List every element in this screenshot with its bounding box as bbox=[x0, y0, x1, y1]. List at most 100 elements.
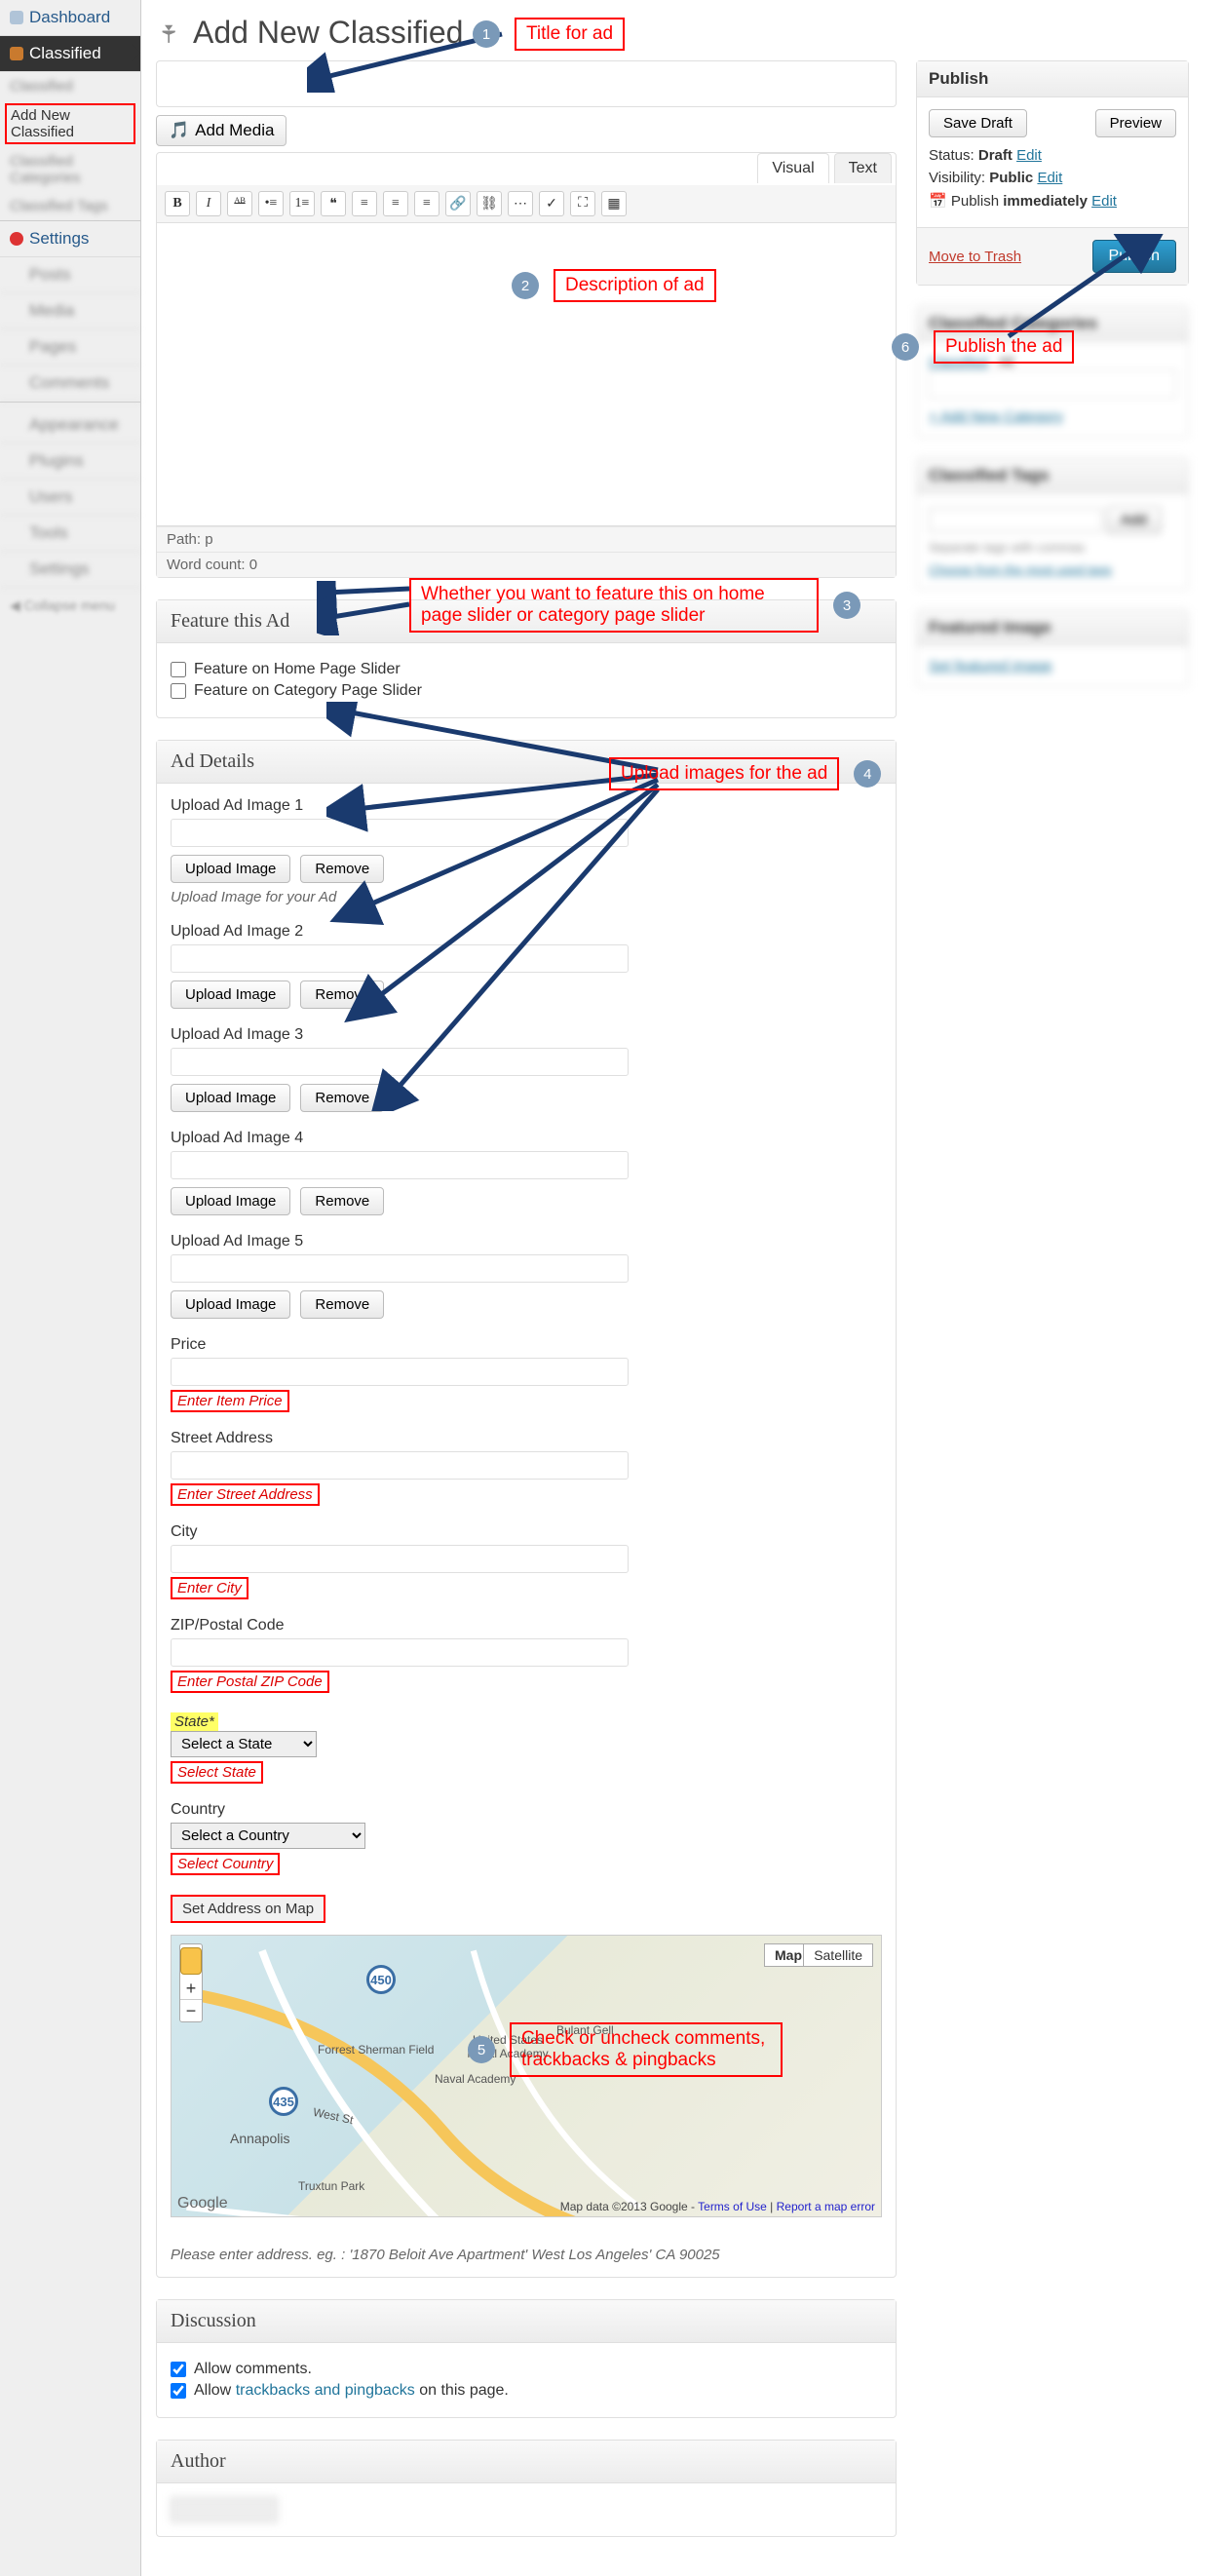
author-select[interactable] bbox=[171, 2497, 278, 2522]
feature-category-checkbox[interactable] bbox=[171, 683, 186, 699]
price-input[interactable] bbox=[171, 1358, 629, 1386]
move-to-trash-link[interactable]: Move to Trash bbox=[929, 249, 1021, 265]
country-select[interactable]: Select a Country bbox=[171, 1823, 365, 1849]
sidebar-sub-add-new[interactable]: Add New Classified bbox=[5, 103, 135, 144]
set-featured-image-link[interactable]: Set featured image bbox=[929, 658, 1052, 674]
feature-category-row[interactable]: Feature on Category Page Slider bbox=[171, 682, 882, 700]
align-right-button[interactable]: ≡ bbox=[414, 191, 440, 216]
zoom-out-button[interactable]: − bbox=[180, 1999, 202, 2021]
unlink-button[interactable]: ⛓ bbox=[477, 191, 502, 216]
upload3-input[interactable] bbox=[171, 1048, 629, 1076]
allow-comments-row[interactable]: Allow comments. bbox=[171, 2361, 882, 2378]
remove2-button[interactable]: Remove bbox=[300, 980, 384, 1009]
featured-image-box: Featured Image Set featured image bbox=[916, 609, 1189, 687]
map-type-satellite[interactable]: Satellite bbox=[803, 1943, 873, 1967]
allow-comments-checkbox[interactable] bbox=[171, 2362, 186, 2377]
set-address-button[interactable]: Set Address on Map bbox=[171, 1895, 325, 1923]
sidebar-item-appearance[interactable]: Appearance bbox=[0, 407, 140, 443]
save-draft-button[interactable]: Save Draft bbox=[929, 109, 1027, 137]
ul-button[interactable]: •≡ bbox=[258, 191, 284, 216]
categories-title: Classified Categories bbox=[917, 306, 1188, 342]
editor-body[interactable] bbox=[157, 223, 896, 525]
sidebar-sub-categories[interactable]: Classified Categories bbox=[0, 147, 140, 192]
zip-input[interactable] bbox=[171, 1638, 629, 1667]
remove1-button[interactable]: Remove bbox=[300, 855, 384, 883]
align-left-button[interactable]: ≡ bbox=[352, 191, 377, 216]
align-center-button[interactable]: ≡ bbox=[383, 191, 408, 216]
google-logo: Google bbox=[177, 2195, 228, 2212]
add-media-button[interactable]: 🎵Add Media bbox=[156, 115, 287, 146]
status-edit-link[interactable]: Edit bbox=[1016, 147, 1042, 164]
more-button[interactable]: ⋯ bbox=[508, 191, 533, 216]
sidebar-item-plugins[interactable]: Plugins bbox=[0, 443, 140, 480]
link-button[interactable]: 🔗 bbox=[445, 191, 471, 216]
preview-button[interactable]: Preview bbox=[1095, 109, 1176, 137]
title-input[interactable] bbox=[156, 60, 897, 107]
sidebar-item-classified[interactable]: Classified bbox=[0, 36, 140, 72]
ol-button[interactable]: 1≡ bbox=[289, 191, 315, 216]
zoom-in-button[interactable]: + bbox=[180, 1978, 202, 1999]
map-report-link[interactable]: Report a map error bbox=[777, 2200, 875, 2213]
add-category-link[interactable]: + Add New Category bbox=[929, 408, 1176, 425]
upload2-button[interactable]: Upload Image bbox=[171, 980, 290, 1009]
collapse-menu[interactable]: ◀ Collapse menu bbox=[0, 588, 140, 624]
sidebar-item-dashboard[interactable]: Dashboard bbox=[0, 0, 140, 36]
sidebar-sub-classified[interactable]: Classified bbox=[0, 72, 140, 100]
upload5-button[interactable]: Upload Image bbox=[171, 1290, 290, 1319]
map-label-bulant: Bulant Gell bbox=[556, 2023, 614, 2037]
upload1-button[interactable]: Upload Image bbox=[171, 855, 290, 883]
discussion-title: Discussion bbox=[157, 2300, 896, 2343]
sidebar-item-posts[interactable]: Posts bbox=[0, 257, 140, 293]
tab-text[interactable]: Text bbox=[834, 153, 892, 183]
remove4-button[interactable]: Remove bbox=[300, 1187, 384, 1215]
tags-input[interactable] bbox=[929, 508, 1102, 532]
fullscreen-button[interactable]: ⛶ bbox=[570, 191, 595, 216]
map-terms-link[interactable]: Terms of Use bbox=[698, 2200, 767, 2213]
map-label-truxtun: Truxtun Park bbox=[298, 2179, 364, 2193]
strike-button[interactable]: ᴬᴮ bbox=[227, 191, 252, 216]
camera-music-icon: 🎵 bbox=[169, 121, 189, 140]
upload1-label: Upload Ad Image 1 bbox=[171, 797, 882, 815]
schedule-edit-link[interactable]: Edit bbox=[1091, 193, 1117, 210]
sidebar-item-settings[interactable]: Settings bbox=[0, 552, 140, 588]
remove5-button[interactable]: Remove bbox=[300, 1290, 384, 1319]
category-list[interactable] bbox=[929, 369, 1176, 399]
upload4-input[interactable] bbox=[171, 1151, 629, 1179]
feature-home-row[interactable]: Feature on Home Page Slider bbox=[171, 661, 882, 678]
upload4-button[interactable]: Upload Image bbox=[171, 1187, 290, 1215]
sidebar-item-tools[interactable]: Tools bbox=[0, 516, 140, 552]
visibility-edit-link[interactable]: Edit bbox=[1037, 170, 1062, 186]
street-input[interactable] bbox=[171, 1451, 629, 1480]
upload3-button[interactable]: Upload Image bbox=[171, 1084, 290, 1112]
pegman-icon[interactable] bbox=[180, 1947, 202, 1975]
feature-home-checkbox[interactable] bbox=[171, 662, 186, 677]
sidebar-item-media[interactable]: Media bbox=[0, 293, 140, 329]
quote-button[interactable]: ❝ bbox=[321, 191, 346, 216]
city-input[interactable] bbox=[171, 1545, 629, 1573]
spellcheck-button[interactable]: ✓ bbox=[539, 191, 564, 216]
allow-trackbacks-checkbox[interactable] bbox=[171, 2383, 186, 2399]
upload2-input[interactable] bbox=[171, 944, 629, 973]
state-select[interactable]: Select a State bbox=[171, 1731, 317, 1757]
map-zoom-control[interactable]: + − bbox=[179, 1943, 203, 2022]
tab-visual[interactable]: Visual bbox=[757, 153, 828, 183]
sidebar-item-pages[interactable]: Pages bbox=[0, 329, 140, 365]
allow-trackbacks-row[interactable]: Allow trackbacks and pingbacks on this p… bbox=[171, 2382, 882, 2400]
kitchensink-button[interactable]: ▦ bbox=[601, 191, 627, 216]
publish-button[interactable]: Publish bbox=[1092, 240, 1176, 273]
sidebar-item-settings-plugin[interactable]: Settings bbox=[0, 220, 140, 257]
sidebar-item-comments[interactable]: Comments bbox=[0, 365, 140, 402]
tags-add-button[interactable]: Add bbox=[1106, 506, 1162, 534]
italic-button[interactable]: I bbox=[196, 191, 221, 216]
trackbacks-link[interactable]: trackbacks and pingbacks bbox=[236, 2382, 415, 2399]
upload1-input[interactable] bbox=[171, 819, 629, 847]
bold-button[interactable]: B bbox=[165, 191, 190, 216]
zip-label: ZIP/Postal Code bbox=[171, 1617, 882, 1634]
upload5-input[interactable] bbox=[171, 1254, 629, 1283]
tags-choose-link[interactable]: Choose from the most used tags bbox=[929, 562, 1176, 577]
map-label-forrest: Forrest Sherman Field bbox=[318, 2043, 434, 2057]
sidebar-sub-tags[interactable]: Classified Tags bbox=[0, 192, 140, 220]
remove3-button[interactable]: Remove bbox=[300, 1084, 384, 1112]
map-widget[interactable]: + − Map Satellite 450 435 Forrest Sherma… bbox=[171, 1935, 882, 2217]
sidebar-item-users[interactable]: Users bbox=[0, 480, 140, 516]
